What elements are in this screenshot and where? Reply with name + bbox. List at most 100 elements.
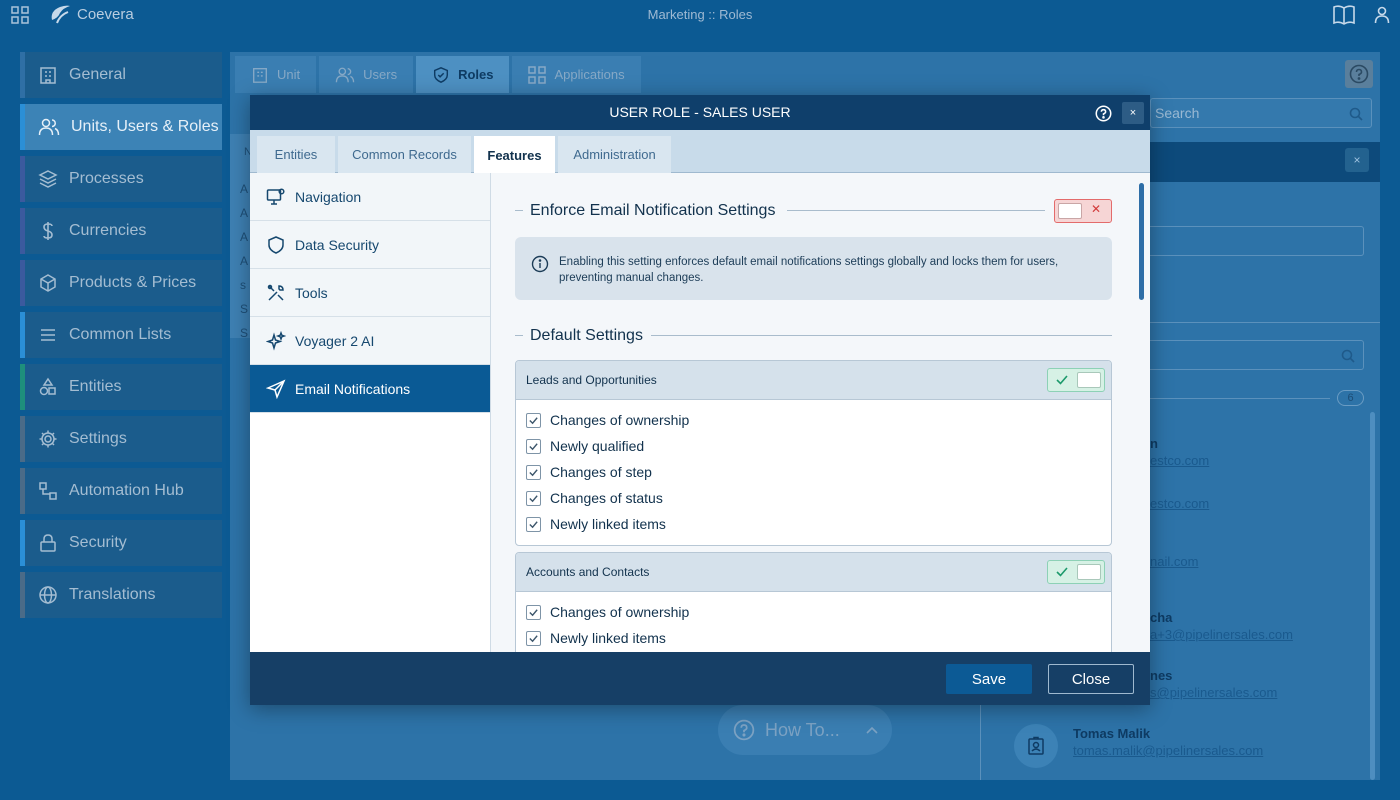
dialog-scrollbar[interactable] — [1139, 183, 1144, 300]
checkbox[interactable] — [526, 490, 541, 506]
sidebar-item-data-security[interactable]: Data Security — [250, 221, 490, 269]
nav-item-automation-hub[interactable]: Automation Hub — [20, 468, 222, 514]
dollar-icon — [43, 222, 53, 240]
gear-icon — [39, 430, 57, 448]
sidebar-item-tools[interactable]: Tools — [250, 269, 490, 317]
option-row[interactable]: Changes of status — [516, 485, 1111, 511]
option-row[interactable]: Changes of ownership — [516, 407, 1111, 433]
contact-item[interactable]: cha a+3@pipelinersales.com — [1150, 610, 1293, 642]
nav-item-general[interactable]: General — [20, 52, 222, 98]
avatar — [1014, 724, 1058, 768]
checkbox[interactable] — [526, 604, 541, 620]
list-item[interactable]: A — [240, 201, 248, 225]
group-toggle[interactable] — [1047, 560, 1105, 584]
option-row[interactable]: Newly qualified — [516, 433, 1111, 459]
check-icon — [529, 468, 538, 476]
list-item[interactable]: A — [240, 225, 248, 249]
nav-item-processes[interactable]: Processes — [20, 156, 222, 202]
enforce-toggle[interactable]: ✕ — [1054, 199, 1112, 223]
group-leads-opportunities: Leads and Opportunities Changes of owner… — [515, 360, 1112, 546]
tab-users[interactable]: Users — [319, 56, 414, 93]
shield-icon — [434, 66, 449, 83]
option-row[interactable]: Newly linked items — [516, 511, 1111, 537]
search-icon — [1341, 349, 1355, 363]
enforce-title: Enforce Email Notification Settings — [530, 202, 776, 219]
contact-item[interactable]: nail.com — [1150, 552, 1198, 569]
contact-item[interactable]: nes s@pipelinersales.com — [1150, 668, 1277, 700]
option-row[interactable]: Newly linked items — [516, 625, 1111, 651]
x-icon: ✕ — [1091, 202, 1102, 216]
checkbox[interactable] — [526, 464, 541, 480]
tab-unit[interactable]: Unit — [235, 56, 317, 93]
sidebar-item-navigation[interactable]: Navigation — [250, 173, 490, 221]
nav-item-settings[interactable]: Settings — [20, 416, 222, 462]
group-toggle[interactable] — [1047, 368, 1105, 392]
workflow-icon — [39, 482, 57, 500]
option-row[interactable]: Changes of ownership — [516, 599, 1111, 625]
info-text: Enabling this setting enforces default e… — [559, 256, 1059, 284]
tab-common-records[interactable]: Common Records — [338, 136, 471, 173]
nav-item-common-lists[interactable]: Common Lists — [20, 312, 222, 358]
layers-icon — [38, 170, 58, 188]
contact-item[interactable]: estco.com — [1150, 494, 1209, 511]
sidebar-item-voyager-ai[interactable]: Voyager 2 AI — [250, 317, 490, 365]
checkbox[interactable] — [526, 438, 541, 454]
book-icon[interactable] — [1332, 4, 1356, 26]
user-icon[interactable] — [1374, 6, 1390, 24]
dialog-close-button[interactable]: × — [1122, 102, 1144, 124]
dialog-help-icon[interactable] — [1095, 105, 1112, 122]
check-icon — [529, 520, 538, 528]
sidebar-item-email-notifications[interactable]: Email Notifications — [250, 365, 490, 413]
list-item[interactable]: S — [240, 297, 248, 321]
page-title: Marketing :: Roles — [647, 7, 753, 22]
detail-close-button[interactable]: × — [1345, 148, 1369, 172]
dialog-footer: Save Close — [250, 652, 1150, 705]
list-item[interactable]: A — [240, 177, 248, 201]
checkbox[interactable] — [526, 630, 541, 646]
divider — [651, 335, 1112, 336]
nav-item-products-prices[interactable]: Products & Prices — [20, 260, 222, 306]
how-to-button[interactable]: How To... — [718, 705, 892, 755]
tab-entities[interactable]: Entities — [257, 136, 335, 173]
check-icon — [529, 634, 538, 642]
divider — [1148, 322, 1380, 323]
nav-item-translations[interactable]: Translations — [20, 572, 222, 618]
help-button[interactable] — [1345, 60, 1373, 88]
email-notifications-panel: Enforce Email Notification Settings ✕ En… — [491, 173, 1150, 652]
building-icon — [40, 67, 56, 84]
nav-item-units-users-roles[interactable]: Units, Users & Roles — [20, 104, 222, 150]
close-icon: × — [1353, 153, 1361, 167]
group-accounts-contacts: Accounts and Contacts Changes of ownersh… — [515, 552, 1112, 652]
nav-item-entities[interactable]: Entities — [20, 364, 222, 410]
tab-applications[interactable]: Applications — [512, 56, 641, 93]
send-icon — [266, 379, 286, 399]
list-item[interactable]: S — [240, 321, 248, 345]
search-icon — [1349, 107, 1363, 121]
contact-item[interactable]: Tomas Malik tomas.malik@pipelinersales.c… — [1073, 726, 1263, 758]
option-row[interactable]: Changes of step — [516, 459, 1111, 485]
nav-item-currencies[interactable]: Currencies — [20, 208, 222, 254]
list-item[interactable]: A — [240, 249, 248, 273]
detail-name-field[interactable] — [1148, 226, 1364, 256]
shield-icon — [268, 235, 284, 254]
users-icon — [335, 67, 355, 82]
nav-item-security[interactable]: Security — [20, 520, 222, 566]
box-icon — [40, 274, 56, 292]
sparkles-icon — [266, 330, 286, 351]
top-bar: Coevera Marketing :: Roles — [0, 0, 1400, 30]
list-item[interactable]: s — [240, 273, 248, 297]
tab-administration[interactable]: Administration — [558, 136, 671, 173]
tab-features[interactable]: Features — [474, 136, 555, 174]
main-nav: General Units, Users & Roles Processes C… — [20, 52, 222, 624]
checkbox[interactable] — [526, 516, 541, 532]
dialog-tabs: Entities Common Records Features Adminis… — [250, 130, 1150, 174]
users-search-input[interactable] — [1148, 340, 1364, 370]
scrollbar[interactable] — [1370, 412, 1375, 780]
checkbox[interactable] — [526, 412, 541, 428]
close-button[interactable]: Close — [1048, 664, 1134, 694]
contact-item[interactable]: n estco.com — [1150, 436, 1209, 468]
tab-roles[interactable]: Roles — [416, 56, 510, 93]
search-input[interactable]: Search — [1150, 98, 1372, 128]
save-button[interactable]: Save — [946, 664, 1032, 694]
divider — [1148, 398, 1330, 399]
